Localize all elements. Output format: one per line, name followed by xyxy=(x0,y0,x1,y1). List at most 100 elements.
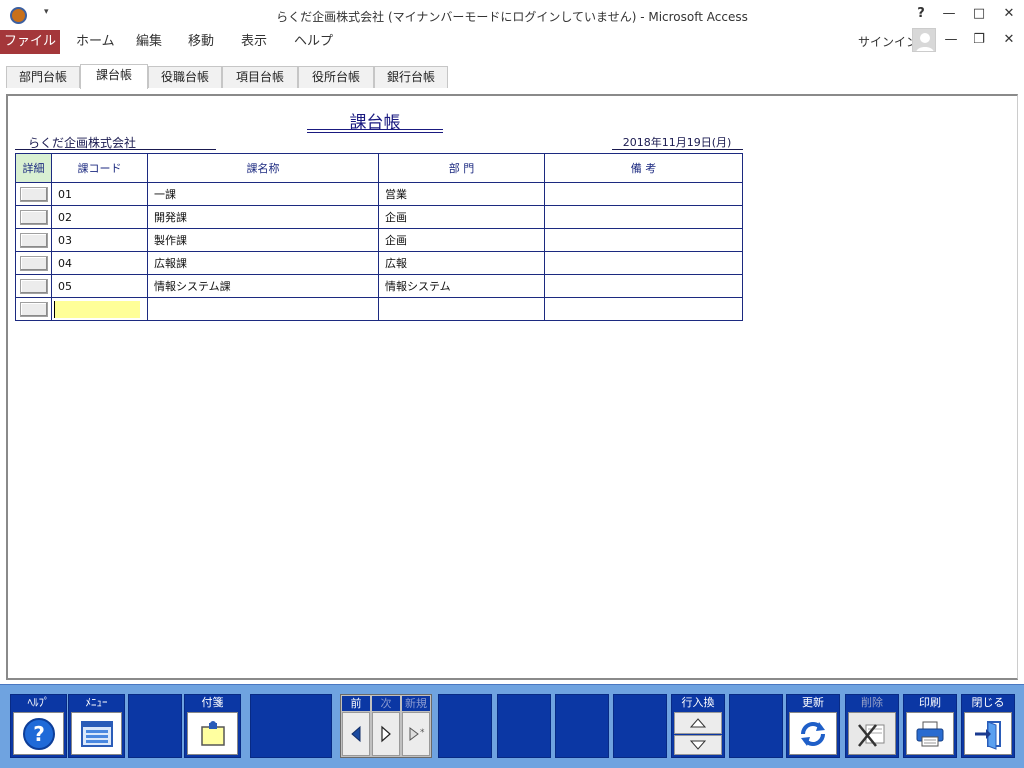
tab-bar: 部門台帳 課台帳 役職台帳 項目台帳 役所台帳 銀行台帳 xyxy=(0,63,1024,89)
title-underline xyxy=(307,129,443,130)
dept-cell[interactable]: 企画 xyxy=(378,228,545,252)
print-group: 印刷 xyxy=(903,694,957,758)
detail-button[interactable] xyxy=(19,209,48,225)
print-label: 印刷 xyxy=(906,696,954,710)
delete-x-icon xyxy=(858,723,885,747)
next-button[interactable] xyxy=(372,712,400,756)
menu-file[interactable]: ファイル xyxy=(0,30,60,54)
note-cell[interactable] xyxy=(544,251,743,275)
close-form-button[interactable] xyxy=(964,712,1012,755)
prev-button[interactable] xyxy=(342,712,370,756)
col-note-header: 備 考 xyxy=(544,153,743,183)
date-underline xyxy=(612,149,743,150)
new-record-button[interactable]: * xyxy=(402,712,430,756)
up-triangle-icon xyxy=(689,718,707,728)
menu-group: ﾒﾆｭｰ xyxy=(68,694,125,758)
name-cell[interactable]: 情報システム課 xyxy=(147,274,379,298)
table-row: 03 製作課 企画 xyxy=(15,228,743,252)
dept-cell[interactable]: 情報システム xyxy=(378,274,545,298)
code-cell[interactable]: 01 xyxy=(51,182,148,206)
tab-bumon-daicho[interactable]: 部門台帳 xyxy=(6,66,80,88)
dept-cell[interactable]: 営業 xyxy=(378,182,545,206)
help-group: ﾍﾙﾌﾟ ? xyxy=(10,694,67,758)
new-note-cell[interactable] xyxy=(544,297,743,321)
help-button[interactable]: ? xyxy=(13,712,64,755)
row-up-button[interactable] xyxy=(674,712,722,734)
refresh-icon xyxy=(801,721,825,746)
minimize-icon[interactable]: — xyxy=(934,6,964,21)
menu-edit[interactable]: 編集 xyxy=(136,30,162,54)
signin-link[interactable]: サインイン xyxy=(858,33,918,50)
avatar[interactable] xyxy=(912,28,936,52)
help-icon[interactable]: ? xyxy=(906,6,936,21)
name-cell[interactable]: 開発課 xyxy=(147,205,379,229)
ribbon-close-icon[interactable]: ✕ xyxy=(994,32,1024,47)
dept-cell[interactable]: 企画 xyxy=(378,205,545,229)
title-underline xyxy=(307,132,443,133)
window-title: らくだ企画株式会社 (マイナンバーモードにログインしていません) - Micro… xyxy=(276,10,748,24)
new-name-cell[interactable] xyxy=(147,297,379,321)
row-down-button[interactable] xyxy=(674,735,722,755)
delete-button[interactable] xyxy=(848,712,896,755)
tab-ka-daicho[interactable]: 課台帳 xyxy=(80,64,148,89)
print-button[interactable] xyxy=(906,712,954,755)
code-cell[interactable]: 04 xyxy=(51,251,148,275)
code-cell[interactable]: 05 xyxy=(51,274,148,298)
note-cell[interactable] xyxy=(544,182,743,206)
sticky-note-icon xyxy=(200,720,225,746)
code-cell[interactable]: 02 xyxy=(51,205,148,229)
report-date: 2018年11月19日(月) xyxy=(622,136,732,149)
new-label: 新規 xyxy=(402,696,430,711)
sticky-button[interactable] xyxy=(187,712,238,755)
maximize-icon[interactable]: □ xyxy=(964,6,994,21)
note-cell[interactable] xyxy=(544,228,743,252)
detail-button[interactable] xyxy=(19,301,48,317)
menu-view[interactable]: 表示 xyxy=(241,30,267,54)
detail-button[interactable] xyxy=(19,186,48,202)
svg-text:?: ? xyxy=(33,722,45,746)
tab-koumoku-daicho[interactable]: 項目台帳 xyxy=(222,66,298,88)
exit-door-icon xyxy=(975,720,1001,750)
name-cell[interactable]: 製作課 xyxy=(147,228,379,252)
close-group: 閉じる xyxy=(961,694,1015,758)
empty-slot xyxy=(729,694,783,758)
new-record-row xyxy=(15,297,743,321)
close-icon[interactable]: ✕ xyxy=(994,6,1024,21)
menu-home[interactable]: ホーム xyxy=(76,30,115,54)
row-swap-label: 行入換 xyxy=(674,696,722,710)
tab-yakushoku-daicho[interactable]: 役職台帳 xyxy=(148,66,222,88)
ribbon-restore-icon[interactable]: ❐ xyxy=(964,32,994,47)
update-button[interactable] xyxy=(789,712,837,755)
new-code-input[interactable] xyxy=(54,300,140,318)
tab-yakusho-daicho[interactable]: 役所台帳 xyxy=(298,66,374,88)
empty-slot xyxy=(555,694,609,758)
table-row: 05 情報システム課 情報システム xyxy=(15,274,743,298)
table-header-row: 詳細 課コード 課名称 部 門 備 考 xyxy=(15,153,743,183)
close-label: 閉じる xyxy=(964,696,1012,710)
sticky-label: 付箋 xyxy=(187,696,238,710)
code-cell[interactable]: 03 xyxy=(51,228,148,252)
new-record-icon: * xyxy=(409,727,425,741)
col-detail-header: 詳細 xyxy=(15,153,52,183)
name-cell[interactable]: 一課 xyxy=(147,182,379,206)
tab-ginkou-daicho[interactable]: 銀行台帳 xyxy=(374,66,448,88)
ribbon-minimize-icon[interactable]: — xyxy=(936,32,966,47)
table-row: 04 広報課 広報 xyxy=(15,251,743,275)
note-cell[interactable] xyxy=(544,205,743,229)
detail-button[interactable] xyxy=(19,255,48,271)
empty-slot xyxy=(613,694,667,758)
new-dept-cell[interactable] xyxy=(378,297,545,321)
menu-help[interactable]: ヘルプ xyxy=(294,30,333,54)
delete-group: 削除 xyxy=(845,694,899,758)
detail-button[interactable] xyxy=(19,232,48,248)
dept-cell[interactable]: 広報 xyxy=(378,251,545,275)
row-swap-group: 行入換 xyxy=(671,694,725,758)
update-label: 更新 xyxy=(789,696,837,710)
down-triangle-icon xyxy=(689,740,707,750)
menu-button[interactable] xyxy=(71,712,122,755)
command-toolbar: ﾍﾙﾌﾟ ? ﾒﾆｭｰ 付箋 前 次 新規 * 行入換 更新 削除 印刷 閉じる xyxy=(0,684,1024,768)
menu-move[interactable]: 移動 xyxy=(188,30,214,54)
detail-button[interactable] xyxy=(19,278,48,294)
name-cell[interactable]: 広報課 xyxy=(147,251,379,275)
note-cell[interactable] xyxy=(544,274,743,298)
